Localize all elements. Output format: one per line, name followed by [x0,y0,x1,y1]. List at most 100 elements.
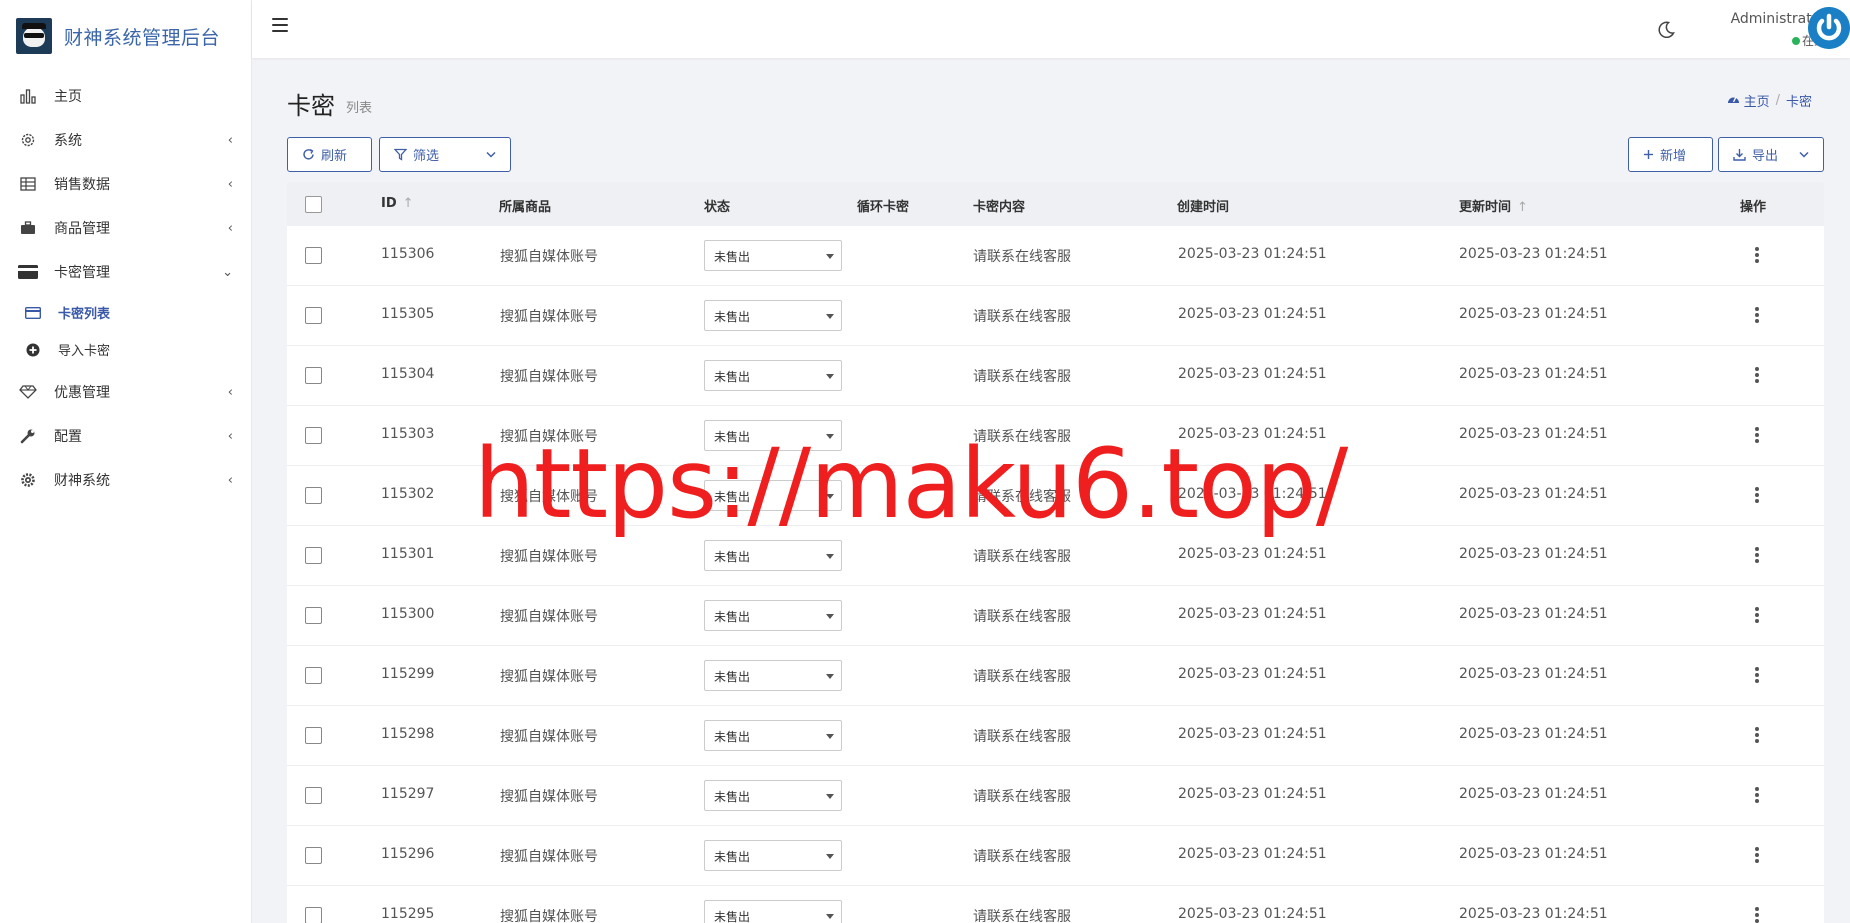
cell-product: 搜狐自媒体账号 [500,909,598,923]
status-select[interactable]: 未售出 [704,900,842,923]
column-header-id[interactable]: ID ↑ [381,196,414,211]
status-select-value: 未售出 [714,250,751,264]
sidebar-subitem-card-list[interactable]: 卡密列表 [0,294,251,331]
cell-content: 请联系在线客服 [973,489,1071,505]
chevron-left-icon: ‹ [227,176,233,192]
status-select[interactable]: 未售出 [704,840,842,871]
more-actions-icon[interactable] [1755,307,1759,323]
filter-button[interactable]: 筛选 [379,137,511,172]
row-checkbox[interactable] [305,367,322,384]
dropdown-caret-icon [826,674,834,679]
status-select[interactable]: 未售出 [704,780,842,811]
page-subtitle: 列表 [346,101,373,116]
row-checkbox[interactable] [305,727,322,744]
select-all-checkbox[interactable] [305,196,322,213]
more-actions-icon[interactable] [1755,727,1759,743]
status-select[interactable]: 未售出 [704,300,842,331]
row-checkbox[interactable] [305,667,322,684]
status-select-value: 未售出 [714,850,751,864]
cell-id: 115304 [381,366,435,382]
more-actions-icon[interactable] [1755,487,1759,503]
row-checkbox[interactable] [305,307,322,324]
cell-created: 2025-03-23 01:24:51 [1178,726,1327,742]
row-checkbox[interactable] [305,427,322,444]
cell-created: 2025-03-23 01:24:51 [1178,846,1327,862]
cell-product: 搜狐自媒体账号 [500,609,598,625]
row-checkbox[interactable] [305,607,322,624]
sidebar-item-home[interactable]: 主页 [0,74,251,118]
status-select[interactable]: 未售出 [704,240,842,271]
chevron-left-icon: ‹ [227,384,233,400]
dropdown-caret-icon [826,614,834,619]
sidebar-item-config[interactable]: 配置 ‹ [0,414,251,458]
filter-label: 筛选 [413,149,440,164]
sidebar-item-sales[interactable]: 销售数据 ‹ [0,162,251,206]
cell-created: 2025-03-23 01:24:51 [1178,246,1327,262]
more-actions-icon[interactable] [1755,247,1759,263]
sidebar-item-label: 商品管理 [54,221,110,237]
cell-content: 请联系在线客服 [973,909,1071,923]
cell-product: 搜狐自媒体账号 [500,789,598,805]
more-actions-icon[interactable] [1755,787,1759,803]
more-actions-icon[interactable] [1755,607,1759,623]
column-header-created: 创建时间 [1177,200,1230,215]
avatar[interactable] [1808,7,1850,49]
cell-content: 请联系在线客服 [973,729,1071,745]
sidebar-item-system[interactable]: 系统 ‹ [0,118,251,162]
table-row: 115297 搜狐自媒体账号 未售出 请联系在线客服 2025-03-23 01:24:… [287,766,1824,826]
status-select[interactable]: 未售出 [704,420,842,451]
refresh-button[interactable]: 刷新 [287,137,372,172]
sidebar-item-label: 优惠管理 [54,385,110,401]
status-select[interactable]: 未售出 [704,660,842,691]
export-button[interactable]: 导出 [1718,137,1824,172]
cell-updated: 2025-03-23 01:24:51 [1459,846,1608,862]
dropdown-caret-icon [826,494,834,499]
cell-created: 2025-03-23 01:24:51 [1178,306,1327,322]
column-header-updated[interactable]: 更新时间 ↑ [1459,196,1528,215]
more-actions-icon[interactable] [1755,367,1759,383]
row-checkbox[interactable] [305,487,322,504]
chevron-left-icon: ‹ [227,472,233,488]
moon-icon[interactable] [1656,20,1676,40]
row-checkbox[interactable] [305,247,322,264]
sidebar-item-coupons[interactable]: 优惠管理 ‹ [0,370,251,414]
status-select[interactable]: 未售出 [704,720,842,751]
bar-chart-icon [18,86,38,106]
table-header: ID ↑ 所属商品 状态 循环卡密 卡密内容 创建时间 更新时间 ↑ 操作 [287,182,1824,226]
cell-id: 115305 [381,306,435,322]
sidebar-item-caishen[interactable]: 财神系统 ‹ [0,458,251,502]
more-actions-icon[interactable] [1755,547,1759,563]
sidebar-subitem-import-cards[interactable]: 导入卡密 [0,331,251,368]
row-checkbox[interactable] [305,907,322,923]
status-select[interactable]: 未售出 [704,600,842,631]
cell-id: 115302 [381,486,435,502]
dropdown-caret-icon [826,374,834,379]
status-select[interactable]: 未售出 [704,540,842,571]
plus-circle-icon [24,341,42,359]
more-actions-icon[interactable] [1755,907,1759,923]
cards-table: ID ↑ 所属商品 状态 循环卡密 卡密内容 创建时间 更新时间 ↑ 操作 1153… [287,182,1824,923]
more-actions-icon[interactable] [1755,667,1759,683]
cell-created: 2025-03-23 01:24:51 [1178,366,1327,382]
table-row: 115300 搜狐自媒体账号 未售出 请联系在线客服 2025-03-23 01:24:… [287,586,1824,646]
credit-card-icon [24,304,42,322]
status-select-value: 未售出 [714,610,751,624]
status-select[interactable]: 未售出 [704,360,842,391]
status-select-value: 未售出 [714,910,751,923]
more-actions-icon[interactable] [1755,427,1759,443]
sidebar-item-cards[interactable]: 卡密管理 ⌄ [0,250,251,294]
sidebar-item-products[interactable]: 商品管理 ‹ [0,206,251,250]
briefcase-icon [18,218,38,238]
more-actions-icon[interactable] [1755,847,1759,863]
row-checkbox[interactable] [305,787,322,804]
chevron-down-icon [1799,147,1809,162]
breadcrumb-home[interactable]: 主页 [1727,91,1770,110]
brand[interactable]: 财神系统管理后台 [0,0,251,72]
hamburger-menu-icon[interactable] [272,18,288,32]
row-checkbox[interactable] [305,847,322,864]
row-checkbox[interactable] [305,547,322,564]
status-select[interactable]: 未售出 [704,480,842,511]
cell-product: 搜狐自媒体账号 [500,249,598,265]
add-button[interactable]: 新增 [1628,137,1713,172]
table-row: 115302 搜狐自媒体账号 未售出 请联系在线客服 2025-03-23 01:24:… [287,466,1824,526]
